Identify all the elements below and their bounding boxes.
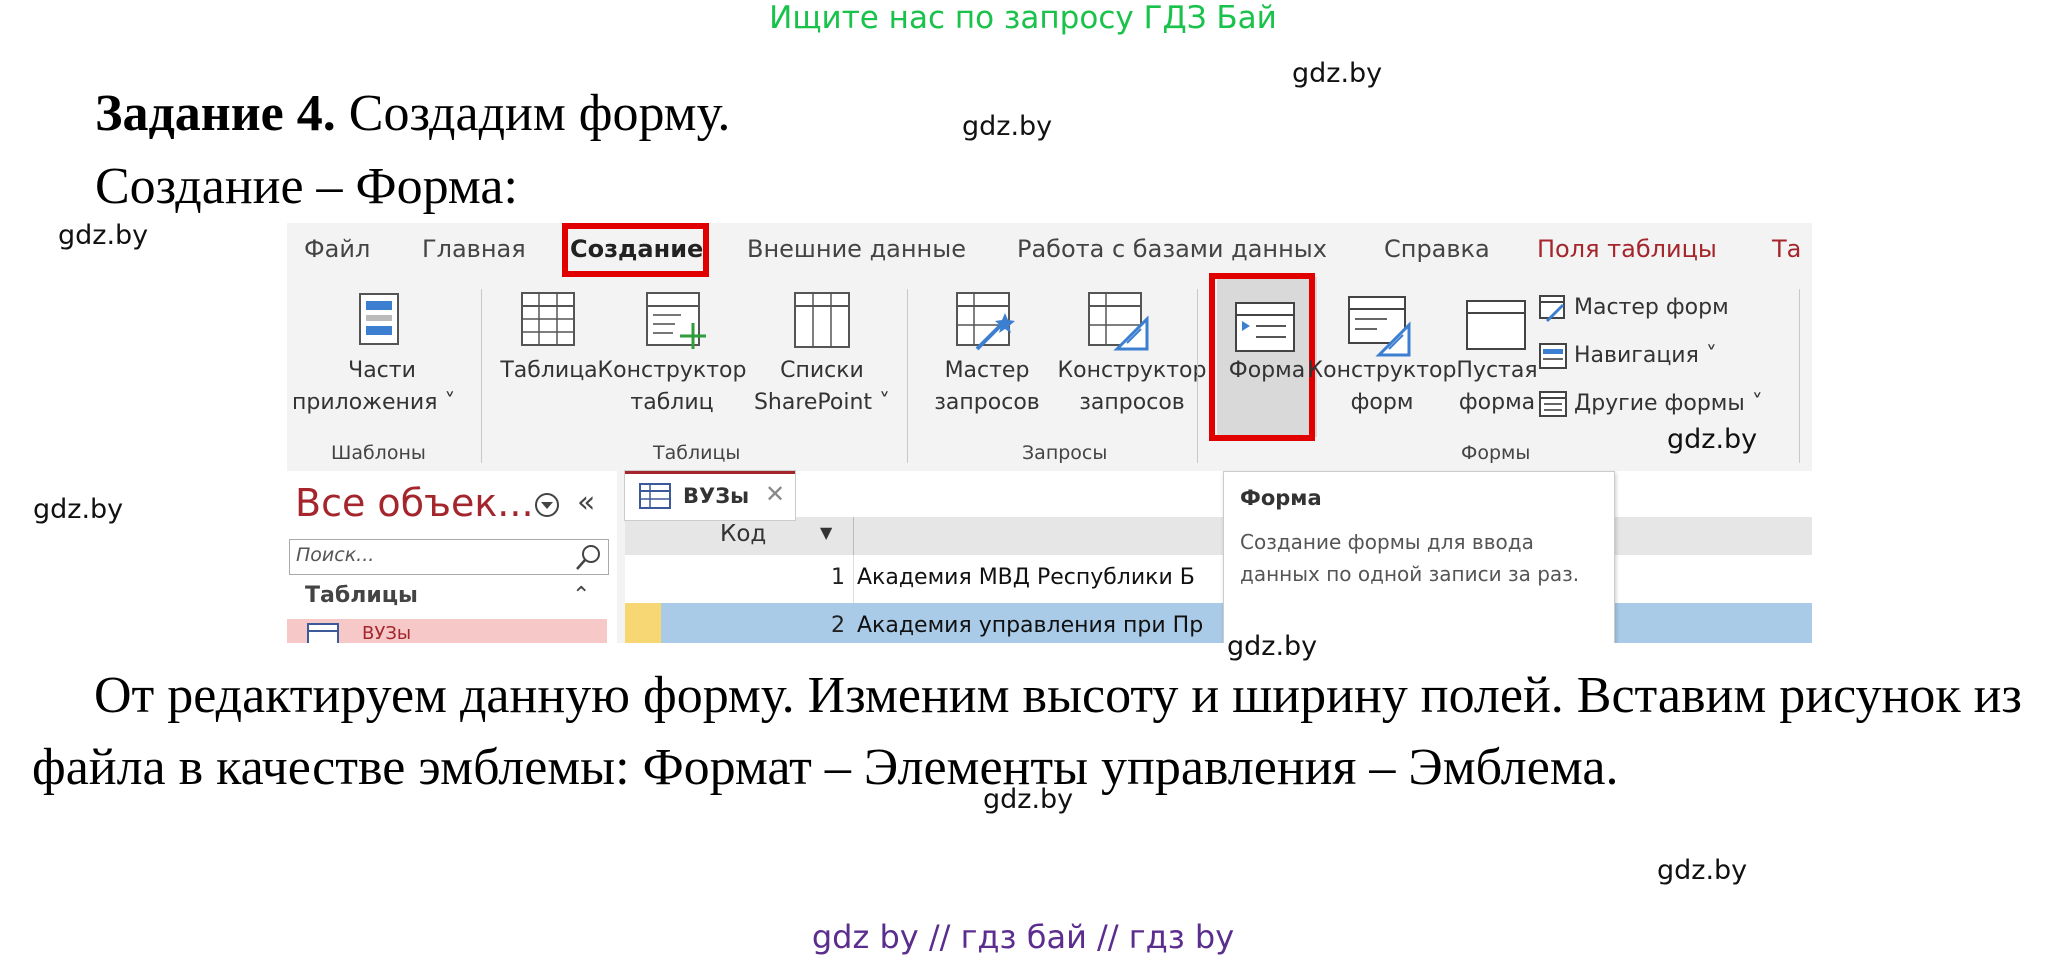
task-heading: Задание 4. Создадим форму. bbox=[95, 84, 730, 144]
table-row[interactable]: 1 Академия МВД Республики Б bbox=[625, 555, 1812, 604]
query-designer-label[interactable]: Конструктор bbox=[1057, 355, 1207, 387]
form-designer-label[interactable]: Конструктор bbox=[1307, 355, 1457, 387]
nav-pane-title[interactable]: Все объек... bbox=[295, 481, 534, 525]
navigation-button[interactable]: Навигация ˅ bbox=[1574, 343, 1717, 368]
tab-file[interactable]: Файл bbox=[304, 235, 370, 263]
column-header-row: Код ▼ bbox=[625, 517, 1812, 556]
datasheet-area: Код ▼ ВУЗы ✕ 1 Академия МВД Республики Б… bbox=[625, 471, 1812, 643]
column-divider bbox=[853, 517, 854, 555]
navigation-pane: Все объек... « Поиск... Таблицы ⌃ ВУЗы bbox=[287, 471, 617, 643]
watermark: gdz.by bbox=[1667, 424, 1758, 455]
other-forms-button[interactable]: Другие формы ˅ bbox=[1574, 391, 1763, 416]
tab-help[interactable]: Справка bbox=[1384, 235, 1490, 263]
nav-item-vuzy[interactable]: ВУЗы bbox=[287, 619, 607, 643]
table-designer-label-2[interactable]: таблиц bbox=[617, 387, 727, 419]
watermark: gdz.by bbox=[962, 111, 1053, 142]
sharepoint-lists-label-2[interactable]: SharePoint ˅ bbox=[747, 387, 897, 419]
task-subline: Создание – Форма: bbox=[95, 158, 518, 215]
blank-form-label[interactable]: Пустая bbox=[1452, 355, 1542, 387]
collapse-pane-icon[interactable]: « bbox=[577, 485, 595, 520]
tab-home[interactable]: Главная bbox=[422, 235, 526, 263]
form-button-red-frame bbox=[1209, 273, 1315, 441]
query-wizard-icon[interactable] bbox=[955, 291, 1017, 353]
access-screenshot: Файл Главная Создание Внешние данные Раб… bbox=[287, 223, 1812, 643]
nav-section-tables[interactable]: Таблицы bbox=[305, 583, 418, 608]
table-designer-label[interactable]: Конструктор bbox=[597, 355, 747, 387]
query-wizard-label[interactable]: Мастер bbox=[937, 355, 1037, 387]
close-icon[interactable]: ✕ bbox=[765, 480, 785, 508]
form-designer-icon[interactable] bbox=[1347, 295, 1411, 357]
document-tab-label: ВУЗы bbox=[683, 484, 750, 508]
watermark: gdz.by bbox=[1292, 58, 1383, 89]
group-tables: Таблицы bbox=[653, 442, 741, 464]
instruction-paragraph: От редактируем данную форму. Изменим выс… bbox=[32, 667, 2022, 796]
sharepoint-lists-icon[interactable] bbox=[793, 291, 851, 349]
table-label[interactable]: Таблица bbox=[500, 355, 598, 387]
group-templates: Шаблоны bbox=[331, 442, 426, 464]
task-number: Задание 4. bbox=[95, 85, 336, 142]
row-name: Академия управления при Пр bbox=[857, 613, 1204, 638]
table-designer-icon[interactable] bbox=[645, 291, 707, 353]
table-small-icon bbox=[307, 623, 339, 643]
group-separator bbox=[1799, 289, 1800, 463]
tab-database-tools[interactable]: Работа с базами данных bbox=[1017, 235, 1327, 263]
footer-links: gdz by // гдз бай // гдз by bbox=[811, 918, 1235, 956]
nav-search-input[interactable]: Поиск... bbox=[289, 539, 609, 575]
navigation-icon[interactable] bbox=[1539, 343, 1569, 371]
row-id: 2 bbox=[831, 613, 845, 638]
column-divider bbox=[853, 555, 854, 603]
application-parts-label-2[interactable]: приложения ˅ bbox=[292, 387, 455, 419]
application-parts-label[interactable]: Части bbox=[337, 355, 427, 387]
column-header-kod[interactable]: Код bbox=[720, 521, 766, 547]
table-row-selected[interactable]: 2 Академия управления при Пр bbox=[625, 603, 1812, 643]
chevron-down-circle-icon[interactable] bbox=[533, 491, 561, 519]
table-small-icon bbox=[639, 483, 671, 509]
row-name: Академия МВД Республики Б bbox=[857, 565, 1195, 590]
search-icon[interactable] bbox=[574, 542, 604, 572]
blank-form-icon[interactable] bbox=[1465, 299, 1527, 353]
form-wizard-button[interactable]: Мастер форм bbox=[1574, 295, 1729, 320]
group-separator bbox=[1197, 289, 1198, 463]
top-banner: Ищите нас по запросу ГДЗ Бай bbox=[769, 0, 1277, 36]
watermark: gdz.by bbox=[1657, 855, 1748, 886]
create-tab-highlight bbox=[562, 223, 709, 277]
query-designer-label-2[interactable]: запросов bbox=[1072, 387, 1192, 419]
watermark: gdz.by bbox=[1227, 631, 1318, 662]
task-title: Создадим форму. bbox=[335, 85, 731, 142]
query-designer-icon[interactable] bbox=[1087, 291, 1149, 353]
form-tooltip: Форма Создание формы для ввода данных по… bbox=[1223, 471, 1615, 643]
group-separator bbox=[481, 289, 482, 463]
watermark: gdz.by bbox=[33, 494, 124, 525]
tooltip-title: Форма bbox=[1240, 486, 1322, 510]
sharepoint-lists-label[interactable]: Списки bbox=[767, 355, 877, 387]
row-id: 1 bbox=[831, 565, 845, 590]
search-placeholder: Поиск... bbox=[296, 544, 375, 566]
tooltip-description: Создание формы для ввода данных по одной… bbox=[1240, 530, 1580, 586]
tab-table-cut[interactable]: Та bbox=[1772, 235, 1801, 263]
group-forms: Формы bbox=[1461, 442, 1531, 464]
other-forms-icon[interactable] bbox=[1539, 391, 1569, 419]
sort-dropdown-icon[interactable]: ▼ bbox=[820, 523, 832, 542]
query-wizard-label-2[interactable]: запросов bbox=[927, 387, 1047, 419]
group-separator bbox=[907, 289, 908, 463]
row-selector[interactable] bbox=[625, 603, 661, 643]
form-designer-label-2[interactable]: форм bbox=[1337, 387, 1427, 419]
nav-item-label: ВУЗы bbox=[362, 623, 412, 643]
document-tab-vuzy[interactable]: ВУЗы ✕ bbox=[625, 471, 795, 520]
blank-form-label-2[interactable]: форма bbox=[1452, 387, 1542, 419]
group-queries: Запросы bbox=[1022, 442, 1108, 464]
watermark: gdz.by bbox=[58, 220, 149, 251]
tab-external-data[interactable]: Внешние данные bbox=[747, 235, 966, 263]
tab-table-fields[interactable]: Поля таблицы bbox=[1537, 235, 1717, 263]
application-parts-icon[interactable] bbox=[357, 291, 401, 347]
collapse-section-icon[interactable]: ⌃ bbox=[572, 583, 590, 608]
form-wizard-icon[interactable] bbox=[1539, 295, 1569, 323]
table-icon[interactable] bbox=[520, 291, 576, 347]
